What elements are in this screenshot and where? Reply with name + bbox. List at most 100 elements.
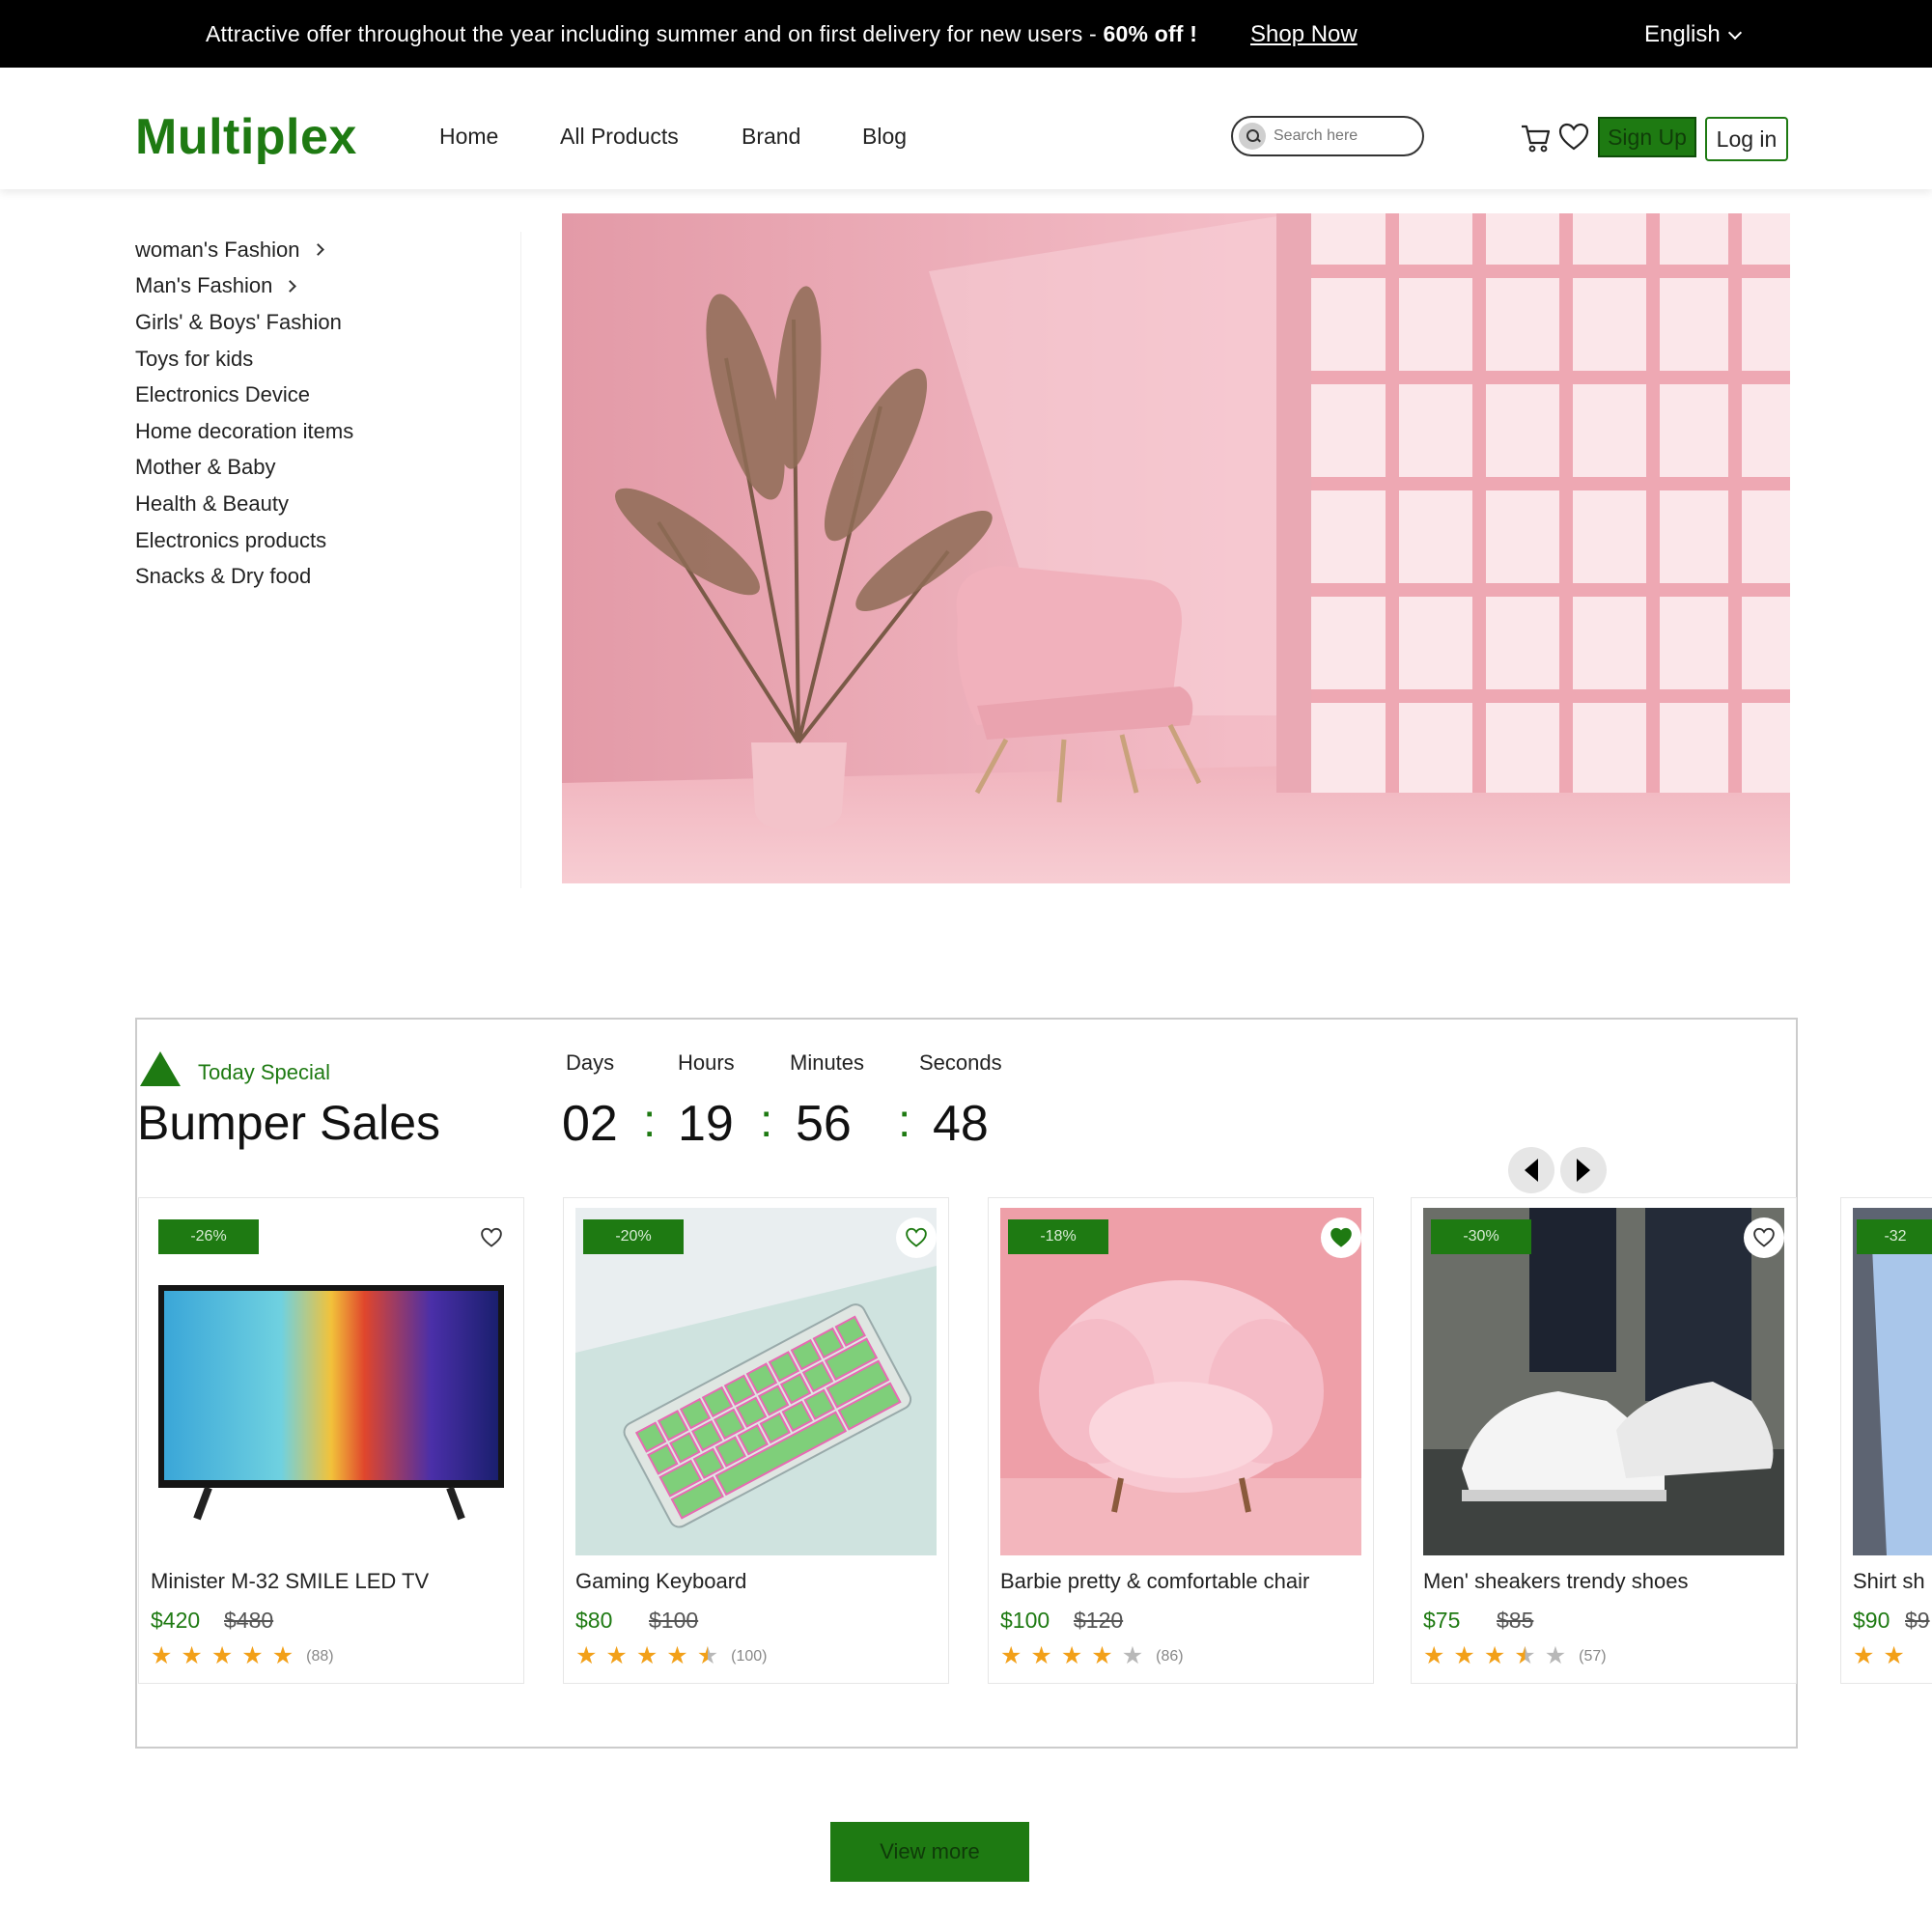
category-label: Toys for kids (135, 346, 254, 371)
star-icon: ★ (1483, 1642, 1506, 1669)
product-name[interactable]: Gaming Keyboard (575, 1569, 746, 1594)
category-label: Electronics products (135, 527, 327, 552)
language-label: English (1644, 21, 1721, 47)
star-icon: ★ (1453, 1642, 1475, 1669)
arrow-left-icon (1525, 1159, 1538, 1182)
star-icon: ★ (1423, 1642, 1445, 1669)
wishlist-button[interactable] (1744, 1217, 1784, 1258)
rating-stars: ★ ★ ★ ★ ★ (88) (151, 1644, 334, 1668)
product-image (1423, 1208, 1784, 1555)
star-icon: ★ (151, 1642, 173, 1669)
category-sidebar: woman's Fashion Man's Fashion Girls' & B… (135, 232, 521, 888)
category-item[interactable]: Toys for kids (135, 341, 520, 378)
category-label: Snacks & Dry food (135, 564, 312, 589)
countdown-hours: 19 (678, 1096, 734, 1152)
logo[interactable]: Multiplex (135, 108, 357, 166)
language-selector[interactable]: English (1644, 21, 1742, 48)
sign-up-button[interactable]: Sign Up (1598, 117, 1696, 157)
star-icon: ★ (210, 1642, 234, 1669)
product-name[interactable]: Barbie pretty & comfortable chair (1000, 1569, 1309, 1594)
category-label: Home decoration items (135, 418, 354, 443)
countdown-separator: : (643, 1096, 657, 1147)
view-more-button[interactable]: View more (830, 1822, 1029, 1882)
section-tag: Today Special (198, 1060, 330, 1084)
star-icon: ★ (1060, 1642, 1083, 1669)
nav-home[interactable]: Home (439, 124, 498, 150)
shop-now-link[interactable]: Shop Now (1250, 21, 1358, 48)
category-label: woman's Fashion (135, 237, 300, 262)
category-item[interactable]: Home decoration items (135, 413, 520, 450)
half-star-icon: ★ (696, 1642, 719, 1669)
countdown-days: 02 (562, 1096, 618, 1152)
star-empty-icon: ★ (1121, 1642, 1144, 1669)
product-card[interactable]: -32 Shirt sh $90 $9 ★ ★ (1840, 1197, 1932, 1684)
nav-all-products[interactable]: All Products (560, 124, 679, 150)
heart-filled-icon (1330, 1227, 1352, 1247)
product-name[interactable]: Shirt sh (1853, 1569, 1925, 1594)
search-icon[interactable] (1239, 123, 1266, 150)
star-icon: ★ (605, 1642, 628, 1669)
wishlist-button[interactable] (896, 1217, 937, 1258)
product-card[interactable]: -20% Gaming Keyboard $80 $100 ★ ★ ★ ★ ★ … (563, 1197, 949, 1684)
category-label: Electronics Device (135, 382, 310, 407)
product-price: $90 (1853, 1608, 1890, 1633)
category-item[interactable]: Mother & Baby (135, 450, 520, 487)
nav-blog[interactable]: Blog (862, 124, 907, 150)
star-empty-icon: ★ (1544, 1642, 1567, 1669)
category-item[interactable]: Man's Fashion (135, 268, 520, 305)
countdown-label-seconds: Seconds (919, 1050, 1002, 1075)
product-card[interactable]: -26% Minister M-32 SMILE LED TV $420 $48… (138, 1197, 524, 1684)
review-count: (57) (1579, 1647, 1607, 1665)
countdown-label-days: Days (566, 1050, 615, 1075)
product-image (151, 1208, 512, 1555)
product-name[interactable]: Men' sheakers trendy shoes (1423, 1569, 1688, 1594)
wishlist-button[interactable] (1321, 1217, 1361, 1258)
product-price: $420 (151, 1608, 201, 1633)
nav-brand[interactable]: Brand (742, 124, 800, 150)
category-label: Health & Beauty (135, 490, 289, 516)
product-card[interactable]: -30% Men' sheakers trendy shoes $75 $85 … (1411, 1197, 1797, 1684)
cart-icon[interactable] (1520, 122, 1553, 154)
category-item[interactable]: Health & Beauty (135, 486, 520, 522)
discount-badge: -32 (1857, 1219, 1932, 1254)
category-item[interactable]: woman's Fashion (135, 232, 520, 268)
product-card[interactable]: -18% Barbie pretty & comfortable chair $… (988, 1197, 1374, 1684)
product-name[interactable]: Minister M-32 SMILE LED TV (151, 1569, 429, 1594)
next-button[interactable] (1560, 1147, 1607, 1193)
product-image (1000, 1208, 1361, 1555)
countdown-label-minutes: Minutes (790, 1050, 865, 1075)
wishlist-button[interactable] (471, 1217, 512, 1258)
rating-stars: ★ ★ ★ ★ ★ (86) (1000, 1644, 1184, 1668)
star-icon: ★ (181, 1642, 203, 1669)
arrow-right-icon (1577, 1159, 1590, 1182)
product-old-price: $85 (1497, 1608, 1534, 1633)
product-image (575, 1208, 937, 1555)
product-image (1853, 1208, 1932, 1555)
category-label: Man's Fashion (135, 273, 273, 298)
prev-button[interactable] (1508, 1147, 1554, 1193)
countdown-label-hours: Hours (678, 1050, 735, 1075)
countdown-seconds: 48 (933, 1096, 989, 1152)
star-icon: ★ (635, 1642, 658, 1669)
product-old-price: $480 (224, 1608, 274, 1633)
product-old-price: $9 (1905, 1608, 1930, 1633)
star-icon: ★ (666, 1642, 688, 1669)
heart-icon (1753, 1227, 1775, 1247)
category-item[interactable]: Electronics Device (135, 377, 520, 413)
half-star-icon: ★ (1514, 1642, 1536, 1669)
category-item[interactable]: Girls' & Boys' Fashion (135, 304, 520, 341)
category-label: Girls' & Boys' Fashion (135, 309, 342, 334)
discount-badge: -30% (1431, 1219, 1531, 1254)
wishlist-heart-icon[interactable] (1557, 121, 1590, 154)
search-input[interactable] (1274, 127, 1409, 145)
countdown-minutes: 56 (796, 1096, 852, 1152)
category-item[interactable]: Electronics products (135, 522, 520, 559)
log-in-button[interactable]: Log in (1705, 117, 1788, 161)
hero-banner[interactable] (562, 213, 1790, 883)
countdown-separator: : (760, 1096, 773, 1147)
heart-icon (481, 1227, 502, 1247)
star-icon: ★ (1853, 1642, 1875, 1669)
review-count: (88) (306, 1647, 334, 1665)
promo-discount: 60% off ! (1103, 21, 1198, 46)
category-item[interactable]: Snacks & Dry food (135, 558, 520, 595)
